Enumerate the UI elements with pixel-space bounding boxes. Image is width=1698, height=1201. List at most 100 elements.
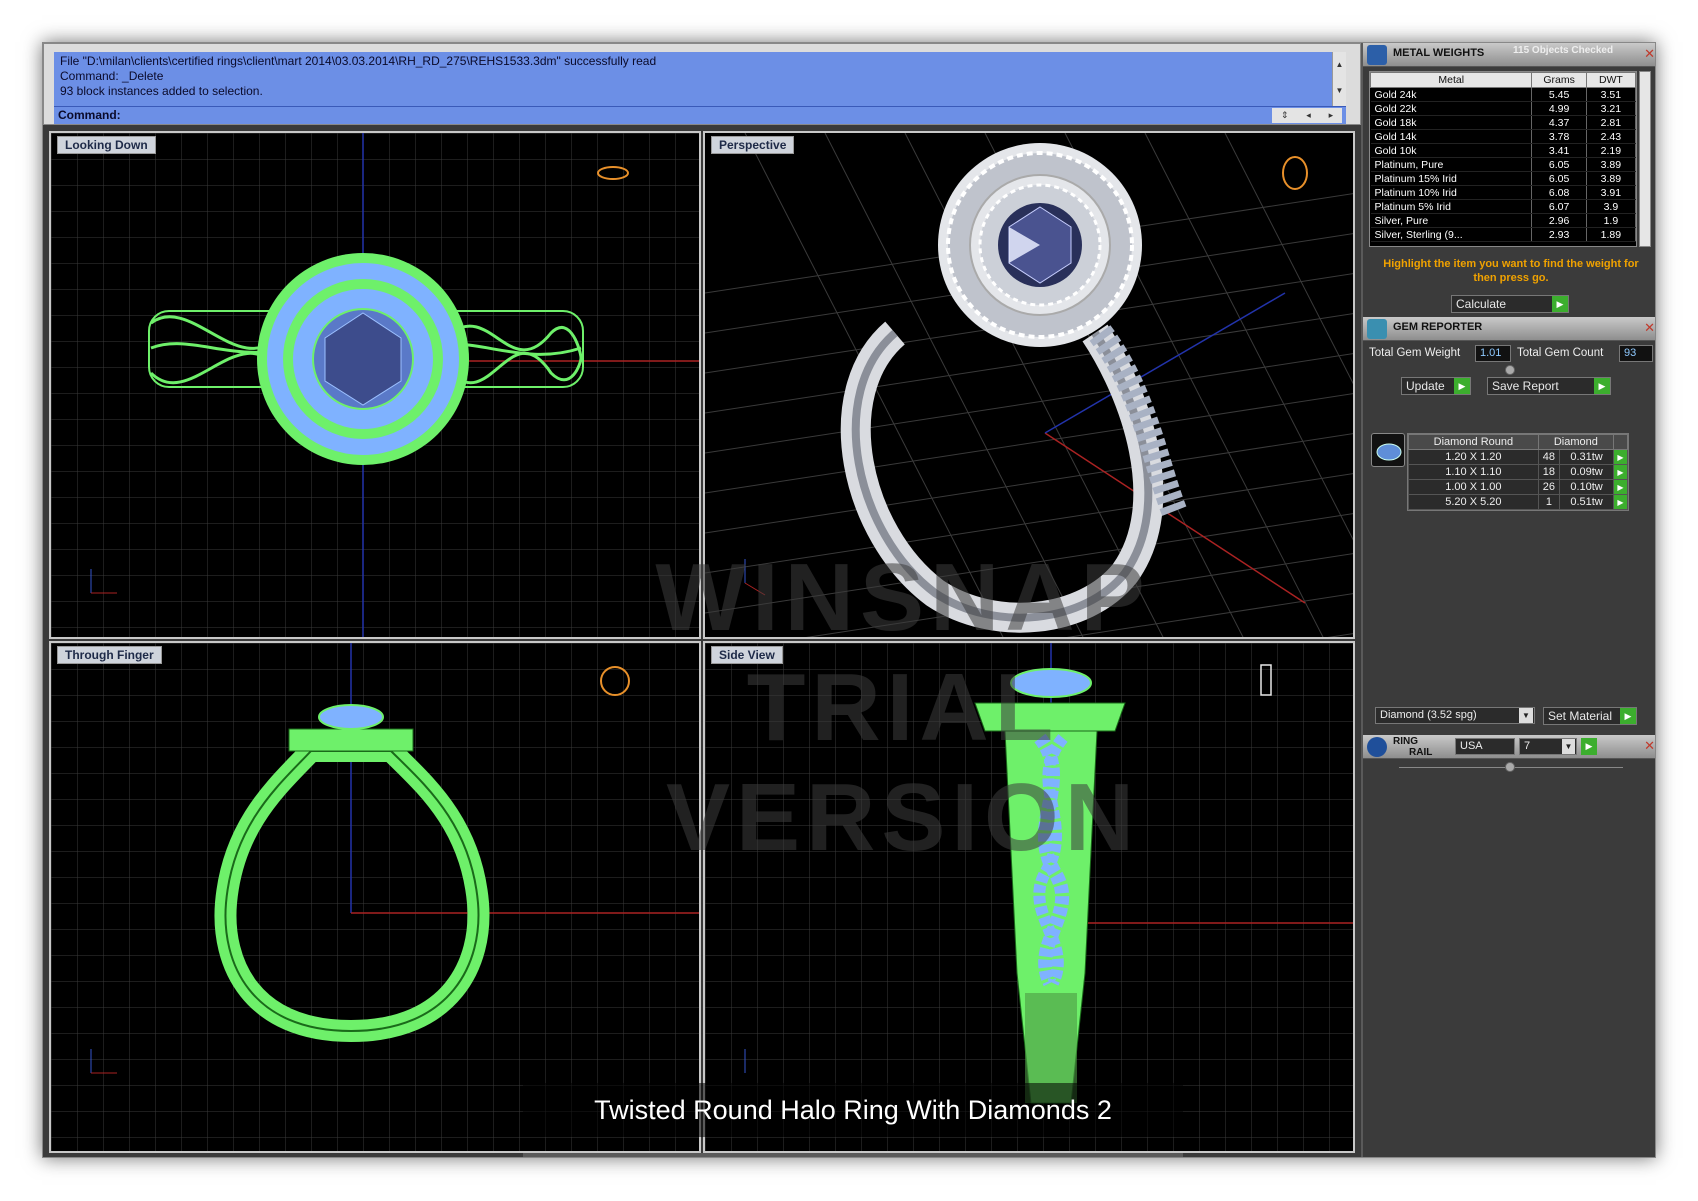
viewport-label[interactable]: Looking Down (57, 136, 156, 154)
go-arrow-icon[interactable]: ▶ (1613, 479, 1628, 495)
table-row[interactable]: 1.20 X 1.20 48 0.31tw ▶ (1408, 449, 1628, 465)
table-row[interactable]: Gold 14k 3.78 2.43 (1370, 129, 1636, 144)
table-row[interactable]: Platinum, Pure 6.05 3.89 (1370, 157, 1636, 172)
table-row[interactable]: Gold 18k 4.37 2.81 (1370, 115, 1636, 130)
arrow-right-icon[interactable]: ▸ (1329, 110, 1334, 121)
viewport-side[interactable]: Side View (703, 641, 1355, 1153)
country-select[interactable]: USA (1455, 738, 1515, 755)
ring-rail-header: RING RAIL USA 7 ▼ ▶ ✕ (1363, 735, 1655, 759)
ring-rail-icon (1367, 737, 1387, 757)
viewport-front[interactable]: Through Finger (49, 641, 701, 1153)
table-row[interactable]: 5.20 X 5.20 1 0.51tw ▶ (1408, 494, 1628, 510)
column-header: Diamond Round (1408, 434, 1539, 450)
scroll-down-icon[interactable]: ▼ (1333, 78, 1346, 104)
column-header[interactable]: DWT (1585, 72, 1636, 88)
command-history: File "D:\milan\clients\certified rings\c… (54, 52, 1346, 106)
table-row[interactable]: Gold 24k 5.45 3.51 (1370, 87, 1636, 102)
total-gem-weight-label: Total Gem Weight (1369, 347, 1461, 359)
set-material-label: Set Material (1548, 709, 1613, 723)
table-row[interactable]: 1.10 X 1.10 18 0.09tw ▶ (1408, 464, 1628, 480)
table-row[interactable]: Platinum 5% Irid 6.07 3.9 (1370, 199, 1636, 214)
grams-value: 6.05 (1531, 171, 1587, 186)
table-header-row: Metal Grams DWT (1370, 72, 1636, 88)
metal-name: Gold 10k (1370, 143, 1533, 158)
close-icon[interactable]: ✕ (1644, 738, 1655, 754)
set-material-button[interactable]: Set Material ▶ (1543, 707, 1637, 725)
material-select[interactable]: Diamond (3.52 spg) ▼ (1375, 707, 1535, 724)
close-icon[interactable]: ✕ (1644, 46, 1655, 62)
table-row[interactable]: Silver, Sterling (9... 2.93 1.89 (1370, 227, 1636, 242)
gem-size: 1.20 X 1.20 (1408, 449, 1539, 465)
go-arrow-icon[interactable]: ▶ (1552, 296, 1568, 312)
viewport-top[interactable]: Looking Down (49, 131, 701, 639)
metal-name: Silver, Sterling (9... (1370, 227, 1533, 242)
go-arrow-icon[interactable]: ▶ (1620, 708, 1636, 724)
dwt-value: 3.21 (1586, 101, 1636, 116)
viewport-perspective[interactable]: Perspective (703, 131, 1355, 639)
metal-name: Gold 24k (1370, 87, 1533, 102)
chevron-down-icon[interactable]: ▼ (1562, 739, 1575, 754)
dwt-value: 3.89 (1586, 157, 1636, 172)
dwt-value: 1.89 (1586, 227, 1636, 242)
command-label: Command: (58, 108, 121, 122)
ring-rail-title: RING RAIL (1393, 736, 1432, 758)
arrow-left-icon[interactable]: ◂ (1306, 110, 1311, 121)
command-nav: ⇕ ◂ ▸ (1272, 108, 1342, 123)
scroll-up-icon[interactable]: ▲ (1333, 52, 1346, 78)
caption-progress-bar (523, 1153, 1183, 1157)
metal-name: Platinum 10% Irid (1370, 185, 1533, 200)
go-arrow-icon[interactable]: ▶ (1581, 738, 1597, 755)
go-arrow-icon[interactable]: ▶ (1613, 464, 1628, 480)
gem-icon (1367, 319, 1387, 339)
gem-weight: 0.31tw (1559, 449, 1614, 465)
column-header[interactable]: Metal (1370, 72, 1533, 88)
table-row[interactable]: Platinum 10% Irid 6.08 3.91 (1370, 185, 1636, 200)
ring-size-select[interactable]: 7 ▼ (1519, 738, 1577, 755)
table-row[interactable]: Silver, Pure 2.96 1.9 (1370, 213, 1636, 228)
table-row[interactable]: Gold 10k 3.41 2.19 (1370, 143, 1636, 158)
table-row[interactable]: Gold 22k 4.99 3.21 (1370, 101, 1636, 116)
gem-count: 18 (1537, 464, 1561, 480)
metal-weights-title: METAL WEIGHTS (1393, 47, 1485, 59)
diamond-thumbnail[interactable] (1371, 433, 1405, 467)
objects-checked-status: 115 Objects Checked (1513, 45, 1614, 56)
dwt-value: 3.9 (1586, 199, 1636, 214)
metal-table-scrollbar[interactable] (1639, 71, 1651, 247)
save-report-button[interactable]: Save Report ▶ (1487, 377, 1611, 395)
grams-value: 6.08 (1531, 185, 1587, 200)
splitter-handle[interactable] (1505, 762, 1515, 772)
grams-value: 4.99 (1531, 101, 1587, 116)
go-arrow-icon[interactable]: ▶ (1613, 494, 1628, 510)
viewport-label[interactable]: Perspective (711, 136, 795, 154)
total-gem-count-field: 93 (1619, 345, 1653, 362)
history-line: File "D:\milan\clients\certified rings\c… (60, 54, 657, 68)
gem-count: 48 (1537, 449, 1561, 465)
spin-icon[interactable]: ⇕ (1281, 110, 1289, 121)
material-value: Diamond (3.52 spg) (1380, 709, 1477, 721)
calculate-button[interactable]: Calculate ▶ (1451, 295, 1569, 313)
chevron-down-icon[interactable]: ▼ (1519, 708, 1533, 723)
gem-weight: 0.09tw (1559, 464, 1614, 480)
table-row[interactable]: Platinum 15% Irid 6.05 3.89 (1370, 171, 1636, 186)
go-arrow-icon[interactable]: ▶ (1454, 378, 1470, 394)
video-caption: Twisted Round Halo Ring With Diamonds 2 (523, 1083, 1183, 1137)
column-header[interactable]: Grams (1531, 72, 1587, 88)
history-scrollbar[interactable]: ▲ ▼ (1332, 52, 1346, 106)
grams-value: 2.93 (1531, 227, 1587, 242)
side-view-canvas (705, 643, 1353, 1151)
viewport-label[interactable]: Side View (711, 646, 783, 664)
update-button[interactable]: Update ▶ (1401, 377, 1471, 395)
table-row[interactable]: 1.00 X 1.00 26 0.10tw ▶ (1408, 479, 1628, 495)
close-icon[interactable]: ✕ (1644, 320, 1655, 336)
ring-rail-title-line: RAIL (1409, 747, 1433, 758)
viewport-label[interactable]: Through Finger (57, 646, 162, 664)
go-arrow-icon[interactable]: ▶ (1594, 378, 1610, 394)
gem-count: 1 (1537, 494, 1561, 510)
go-arrow-icon[interactable]: ▶ (1613, 449, 1628, 465)
command-input[interactable] (130, 108, 1270, 123)
metal-hint: Highlight the item you want to find the … (1383, 258, 1639, 284)
gem-report-table: Diamond Round Diamond 1.20 X 1.20 48 0.31t… (1407, 433, 1629, 511)
ring-render (840, 143, 1188, 633)
save-report-label: Save Report (1492, 379, 1559, 393)
splitter-handle[interactable] (1505, 365, 1515, 375)
